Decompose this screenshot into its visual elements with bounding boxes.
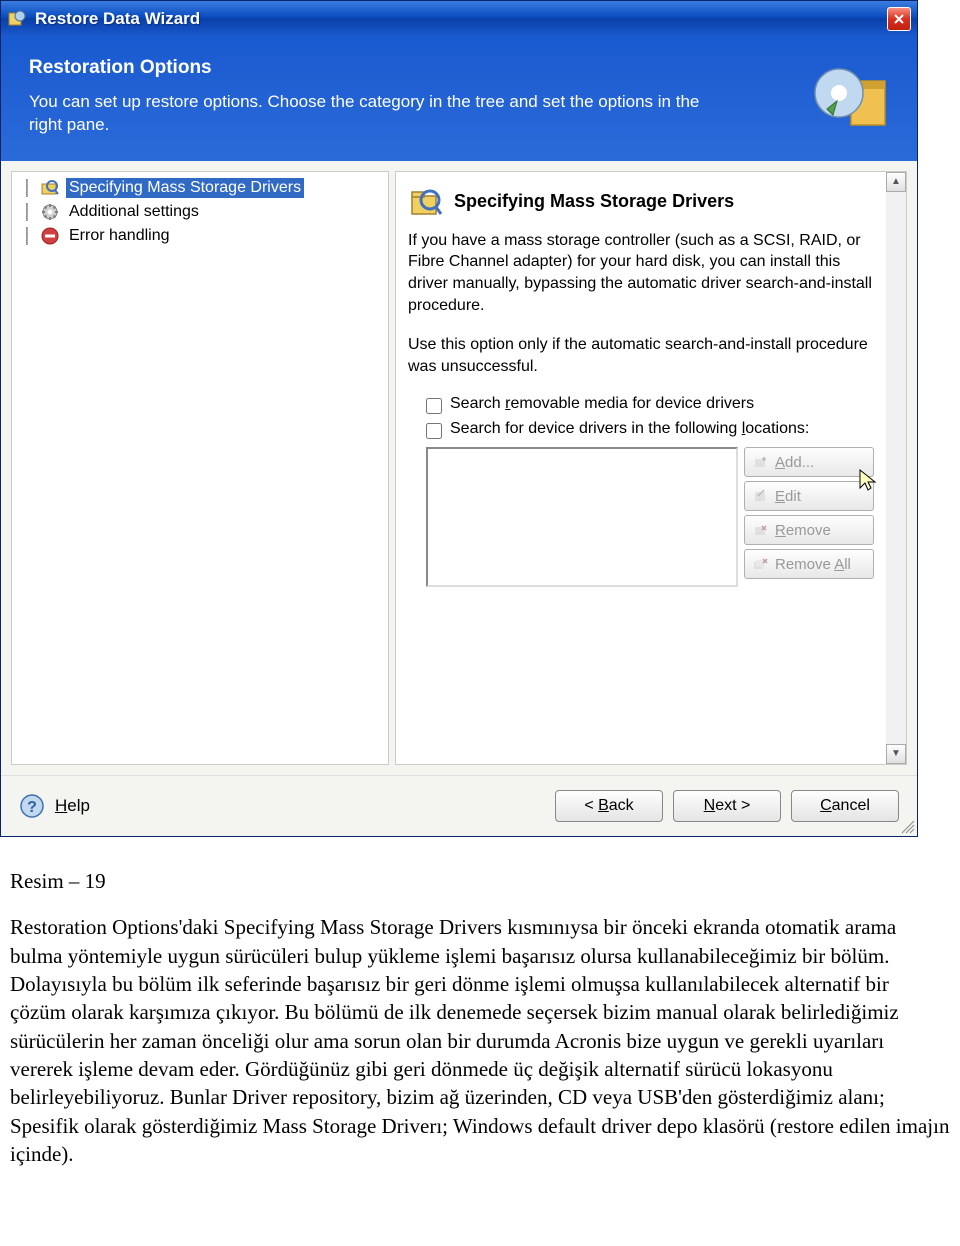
- edit-button[interactable]: Edit: [744, 481, 874, 511]
- button-label: Remove All: [775, 556, 851, 573]
- gear-icon: [40, 202, 60, 222]
- locations-buttons: Add... Edit Remove Remove All: [744, 447, 874, 587]
- remove-all-button[interactable]: Remove All: [744, 549, 874, 579]
- detail-paragraph-2: Use this option only if the automatic se…: [408, 334, 898, 377]
- help-icon: ?: [19, 793, 45, 819]
- checkbox-label: Search for device drivers in the followi…: [450, 420, 809, 438]
- back-button[interactable]: < Back: [555, 790, 663, 822]
- close-button[interactable]: [887, 7, 911, 31]
- add-button[interactable]: Add...: [744, 447, 874, 477]
- tree-item-label: Specifying Mass Storage Drivers: [66, 178, 304, 198]
- content-area: Specifying Mass Storage Drivers Addition…: [1, 161, 917, 775]
- magnifier-folder-icon: [408, 184, 444, 220]
- svg-text:?: ?: [27, 799, 37, 816]
- resize-grip-icon[interactable]: [901, 820, 915, 834]
- help-link[interactable]: ? Help: [19, 793, 90, 819]
- titlebar[interactable]: Restore Data Wizard: [1, 1, 917, 37]
- remove-button[interactable]: Remove: [744, 515, 874, 545]
- tree-item-label: Additional settings: [66, 202, 202, 222]
- cancel-button[interactable]: Cancel: [791, 790, 899, 822]
- wizard-window: Restore Data Wizard Restoration Options …: [0, 0, 918, 837]
- detail-header: Specifying Mass Storage Drivers: [408, 184, 898, 220]
- tree-item-label: Error handling: [66, 226, 173, 246]
- checkbox-input[interactable]: [426, 423, 442, 439]
- header-description: You can set up restore options. Choose t…: [29, 91, 729, 137]
- vertical-scrollbar[interactable]: ▲ ▼: [886, 172, 906, 764]
- mouse-cursor-icon: [858, 468, 878, 494]
- checkbox-search-locations[interactable]: Search for device drivers in the followi…: [426, 420, 898, 439]
- checkbox-input[interactable]: [426, 398, 442, 414]
- locations-listbox[interactable]: [426, 447, 738, 587]
- header-title: Restoration Options: [29, 57, 889, 79]
- scroll-down-button[interactable]: ▼: [886, 744, 906, 764]
- article-text: Resim – 19 Restoration Options'daki Spec…: [0, 837, 960, 1216]
- tree-item-additional-settings[interactable]: Additional settings: [16, 200, 384, 224]
- detail-title: Specifying Mass Storage Drivers: [454, 191, 734, 212]
- button-label: Remove: [775, 522, 831, 539]
- checkbox-search-removable[interactable]: Search removable media for device driver…: [426, 395, 898, 414]
- footer-bar: ? Help < Back Next > Cancel: [1, 775, 917, 836]
- tree-connector-icon: [20, 203, 34, 221]
- remove-all-icon: [753, 556, 769, 572]
- category-tree[interactable]: Specifying Mass Storage Drivers Addition…: [11, 171, 389, 765]
- window-title: Restore Data Wizard: [35, 9, 887, 29]
- restore-icon: [7, 9, 27, 29]
- article-caption: Resim – 19: [10, 867, 950, 895]
- detail-panel: ▲ ▼ Specifying Mass Storage Drivers If y…: [395, 171, 907, 765]
- tree-connector-icon: [20, 227, 34, 245]
- article-body: Restoration Options'daki Specifying Mass…: [10, 913, 950, 1168]
- tree-item-mass-storage[interactable]: Specifying Mass Storage Drivers: [16, 176, 384, 200]
- locations-area: Add... Edit Remove Remove All: [426, 447, 898, 587]
- button-label: Edit: [775, 488, 801, 505]
- scroll-up-button[interactable]: ▲: [886, 172, 906, 192]
- edit-icon: [753, 488, 769, 504]
- next-button[interactable]: Next >: [673, 790, 781, 822]
- tree-item-error-handling[interactable]: Error handling: [16, 224, 384, 248]
- help-label: Help: [55, 796, 90, 816]
- tree-connector-icon: [20, 179, 34, 197]
- detail-paragraph-1: If you have a mass storage controller (s…: [408, 230, 898, 316]
- error-icon: [40, 226, 60, 246]
- wizard-icon: [809, 63, 889, 133]
- magnifier-folder-icon: [40, 178, 60, 198]
- header-panel: Restoration Options You can set up resto…: [1, 37, 917, 161]
- button-label: Add...: [775, 454, 814, 471]
- checkbox-label: Search removable media for device driver…: [450, 395, 754, 413]
- add-icon: [753, 454, 769, 470]
- remove-icon: [753, 522, 769, 538]
